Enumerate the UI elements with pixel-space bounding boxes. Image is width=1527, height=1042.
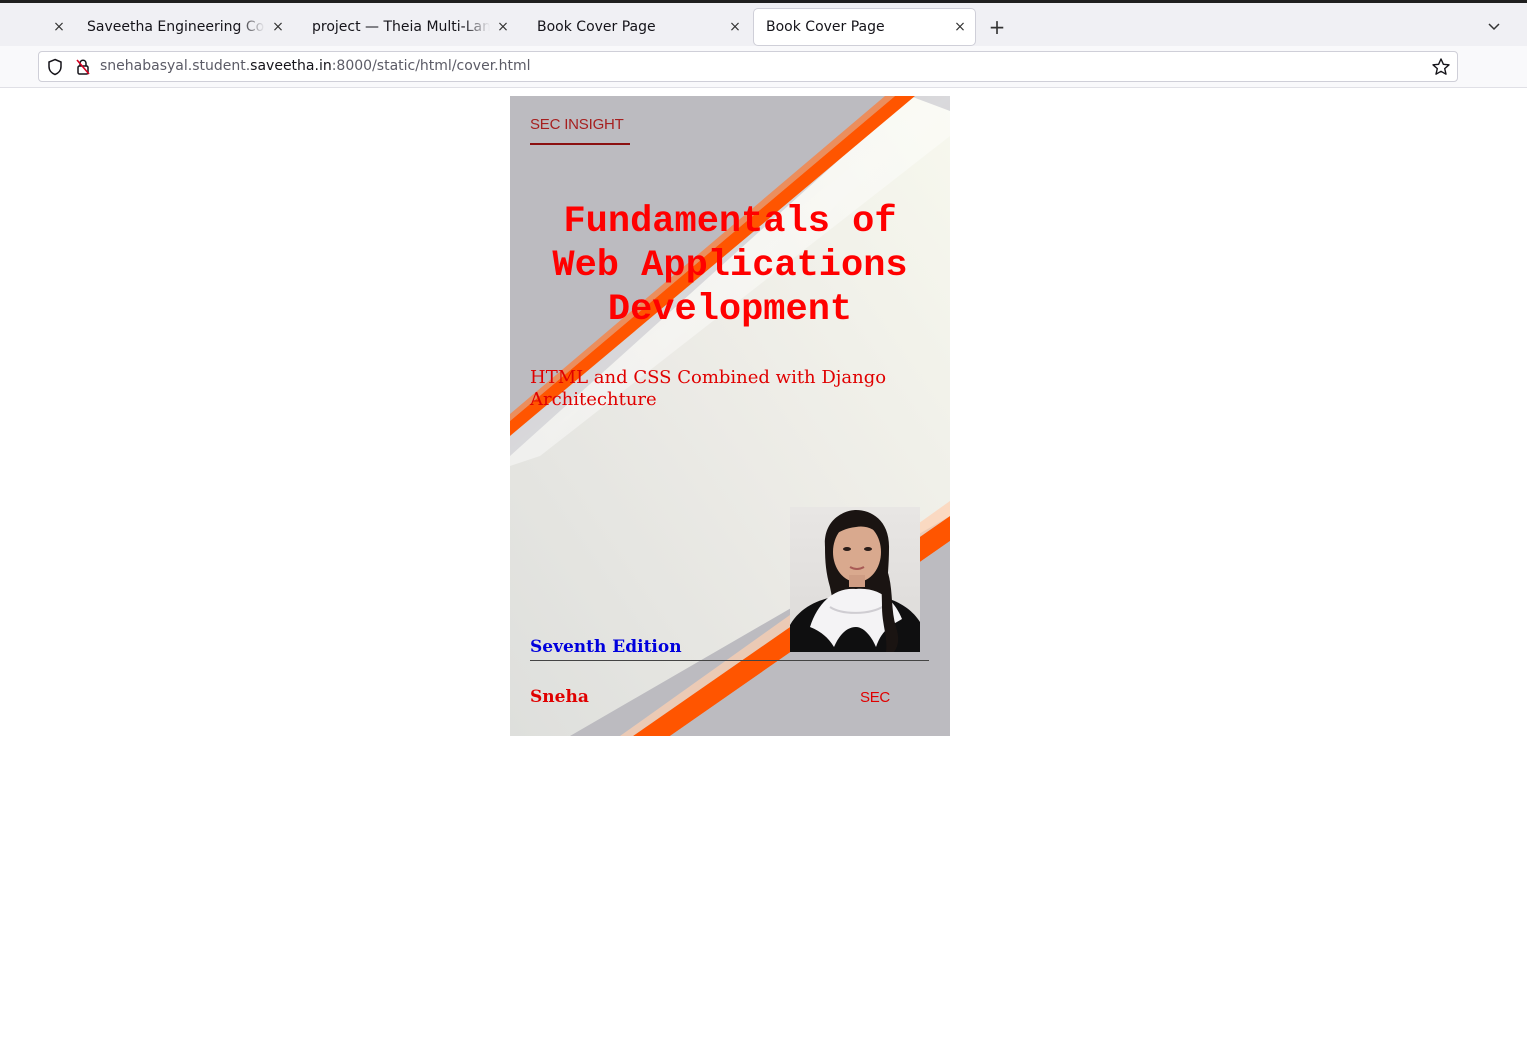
tab-title: Saveetha Engineering College — [87, 19, 265, 35]
tab-bar: × Saveetha Engineering College × project… — [0, 3, 1527, 46]
url-suffix: :8000/static/html/cover.html — [331, 58, 531, 74]
url-host: saveetha.in — [250, 58, 332, 74]
close-tab-icon[interactable]: × — [951, 9, 969, 45]
tab-title: Book Cover Page — [766, 19, 885, 35]
close-tab-icon[interactable]: × — [269, 9, 287, 45]
edition-divider — [530, 660, 929, 661]
author-name: Sneha — [530, 687, 589, 707]
book-subtitle: HTML and CSS Combined with Django Archit… — [530, 367, 887, 410]
book-cover: SEC INSIGHT Fundamentals of Web Applicat… — [510, 96, 950, 736]
tab-project-theia[interactable]: project — Theia Multi-Language × — [300, 9, 518, 45]
tab-book-cover-active[interactable]: Book Cover Page × — [754, 9, 975, 45]
address-bar[interactable]: snehabasyal.student.saveetha.in:8000/sta… — [38, 51, 1458, 82]
tab-title: Book Cover Page — [537, 19, 656, 35]
navigation-toolbar: snehabasyal.student.saveetha.in:8000/sta… — [0, 46, 1527, 88]
author-photo — [790, 507, 920, 652]
url-text[interactable]: snehabasyal.student.saveetha.in:8000/sta… — [100, 52, 531, 81]
insecure-lock-icon[interactable] — [75, 58, 91, 76]
close-tab-icon[interactable]: × — [50, 9, 68, 45]
book-title: Fundamentals of Web Applications Develop… — [552, 201, 908, 331]
bookmark-star-icon[interactable] — [1431, 57, 1451, 77]
list-all-tabs-chevron-icon[interactable] — [1482, 9, 1506, 45]
brand-underline — [530, 143, 630, 145]
close-tab-icon[interactable]: × — [494, 9, 512, 45]
url-prefix: snehabasyal.student. — [100, 58, 251, 74]
tab-book-cover-1[interactable]: Book Cover Page × — [525, 9, 750, 45]
tab-title: project — Theia Multi-Language — [312, 19, 490, 35]
publisher-name: SEC — [860, 689, 890, 706]
close-tab-icon[interactable]: × — [726, 9, 744, 45]
new-tab-plus-icon[interactable]: + — [985, 9, 1009, 45]
brand-label: SEC INSIGHT — [530, 116, 624, 133]
shield-icon[interactable] — [47, 58, 63, 76]
edition-label: Seventh Edition — [530, 637, 682, 657]
tab-saveetha[interactable]: Saveetha Engineering College × — [75, 9, 293, 45]
